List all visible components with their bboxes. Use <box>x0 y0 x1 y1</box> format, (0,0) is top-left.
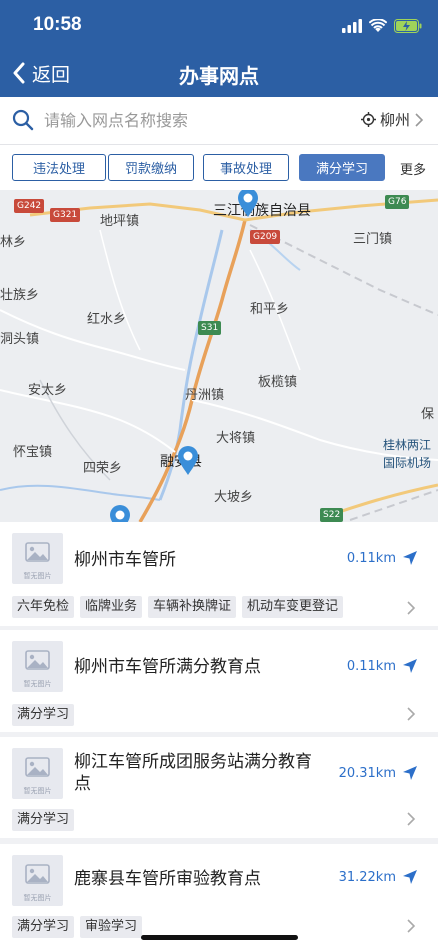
list-item[interactable]: 暂无图片 柳州市车管所满分教育点 0.11km 满分学习 <box>0 630 438 732</box>
chevron-right-icon[interactable] <box>406 600 416 616</box>
filter-chip-full-score-study[interactable]: 满分学习 <box>299 154 385 181</box>
map-label: 洞头镇 <box>0 332 40 347</box>
navigation-arrow-icon <box>403 766 417 780</box>
search-icon <box>12 109 34 131</box>
map-pin[interactable] <box>109 505 131 522</box>
chevron-right-icon[interactable] <box>406 811 416 827</box>
tag: 审验学习 <box>80 916 143 938</box>
chevron-right-icon[interactable] <box>406 706 416 722</box>
locate-icon <box>360 112 376 127</box>
placeholder-image: 暂无图片 <box>12 855 63 906</box>
navigation-arrow-icon <box>403 659 417 673</box>
service-point-name: 柳江车管所成团服务站满分教育点 <box>74 752 312 794</box>
service-point-name: 柳州市车管所 <box>74 550 176 570</box>
service-point-name: 鹿寨县车管所审验教育点 <box>74 869 261 889</box>
map-label: 四荣乡 <box>83 461 123 476</box>
distance-link[interactable]: 0.11km <box>347 550 418 566</box>
tag-list: 满分学习 审验学习 <box>12 916 143 938</box>
map-view[interactable]: G242 G321 G209 G76 S31 S22 地坪镇 三江侗族自治县 三… <box>0 190 438 522</box>
map-label: 三门镇 <box>353 232 393 247</box>
tag: 六年免检 <box>12 596 75 618</box>
distance-value: 31.22km <box>338 869 396 885</box>
filter-chip-fine-payment[interactable]: 罚款缴纳 <box>108 154 194 181</box>
road-badge: G76 <box>385 195 410 209</box>
map-label: 怀宝镇 <box>13 445 53 460</box>
map-label: 红水乡 <box>87 312 127 327</box>
map-label: 三江侗族自治县 <box>213 203 311 219</box>
search-input[interactable] <box>44 107 294 133</box>
thumb-caption: 暂无图片 <box>23 894 52 902</box>
map-label: 地坪镇 <box>100 214 140 229</box>
map-label: 大坡乡 <box>214 490 254 505</box>
service-point-name: 柳州市车管所满分教育点 <box>74 657 261 677</box>
map-label: 丹洲镇 <box>185 388 225 403</box>
placeholder-image: 暂无图片 <box>12 641 63 692</box>
page-title: 办事网点 <box>179 64 259 88</box>
city-label: 柳州 <box>379 111 410 129</box>
distance-value: 0.11km <box>346 550 396 566</box>
map-label: 大将镇 <box>216 431 256 446</box>
home-indicator <box>141 935 298 940</box>
battery-charging-icon <box>394 19 422 33</box>
filter-chip-violation[interactable]: 违法处理 <box>12 154 106 181</box>
map-label: 板榄镇 <box>258 375 298 390</box>
more-filters-button[interactable]: 更多 <box>400 159 426 178</box>
tag-list: 满分学习 <box>12 704 75 726</box>
chevron-right-icon[interactable] <box>406 918 416 934</box>
list-item[interactable]: 暂无图片 柳州市车管所 0.11km 六年免检 临牌业务 车辆补换牌证 机动车变… <box>0 522 438 626</box>
placeholder-image: 暂无图片 <box>12 748 63 799</box>
road-badge: S31 <box>198 321 222 335</box>
tag: 满分学习 <box>12 916 75 938</box>
screen: 10:58 返回 办事网点 请输入网点名称搜索 柳州 违法处理 罚款缴纳 事故处… <box>0 0 438 949</box>
distance-link[interactable]: 20.31km <box>339 765 418 781</box>
chevron-right-icon <box>415 112 424 127</box>
list-item[interactable]: 暂无图片 鹿寨县车管所审验教育点 31.22km 满分学习 审验学习 <box>0 844 438 949</box>
map-label: 林乡 <box>0 235 27 250</box>
image-placeholder-icon <box>25 864 50 884</box>
top-bar: 10:58 返回 办事网点 <box>0 0 438 97</box>
search-bar: 柳州 <box>0 97 438 145</box>
list-item[interactable]: 暂无图片 柳江车管所成团服务站满分教育点 20.31km 满分学习 <box>0 737 438 838</box>
tag-list: 满分学习 <box>12 809 75 831</box>
navigation-arrow-icon <box>403 551 417 565</box>
map-label: 桂林两江 <box>383 438 432 452</box>
map-label: 安太乡 <box>28 383 68 398</box>
image-placeholder-icon <box>25 757 50 777</box>
road-badge: G209 <box>250 230 281 244</box>
map-label: 和平乡 <box>250 302 290 317</box>
thumb-caption: 暂无图片 <box>23 572 52 580</box>
map-pin[interactable] <box>177 446 199 476</box>
tag-list: 六年免检 临牌业务 车辆补换牌证 机动车变更登记 <box>12 596 344 618</box>
filter-bar: 违法处理 罚款缴纳 事故处理 满分学习 更多 <box>0 145 438 190</box>
tag: 机动车变更登记 <box>242 596 344 618</box>
city-picker[interactable]: 柳州 <box>360 109 424 130</box>
wifi-icon <box>369 19 387 32</box>
distance-value: 0.11km <box>346 658 396 674</box>
map-pin[interactable] <box>237 190 259 218</box>
placeholder-image: 暂无图片 <box>12 533 63 584</box>
tag: 满分学习 <box>12 704 75 726</box>
tag: 满分学习 <box>12 809 75 831</box>
map-label: 保 <box>421 407 435 422</box>
status-time: 10:58 <box>33 14 82 35</box>
navigation-arrow-icon <box>403 870 417 884</box>
tag: 车辆补换牌证 <box>148 596 237 618</box>
status-icons <box>342 16 422 36</box>
signal-icon <box>342 19 362 33</box>
road-badge: G321 <box>50 208 81 222</box>
tag: 临牌业务 <box>80 596 143 618</box>
distance-value: 20.31km <box>338 765 396 781</box>
image-placeholder-icon <box>25 542 50 562</box>
distance-link[interactable]: 31.22km <box>339 869 418 885</box>
road-badge: S22 <box>320 508 344 522</box>
image-placeholder-icon <box>25 650 50 670</box>
map-label: 国际机场 <box>383 456 432 470</box>
filter-chip-accident[interactable]: 事故处理 <box>203 154 289 181</box>
map-label: 壮族乡 <box>0 288 40 303</box>
thumb-caption: 暂无图片 <box>23 680 52 688</box>
distance-link[interactable]: 0.11km <box>347 658 418 674</box>
thumb-caption: 暂无图片 <box>23 787 52 795</box>
road-badge: G242 <box>14 199 45 213</box>
